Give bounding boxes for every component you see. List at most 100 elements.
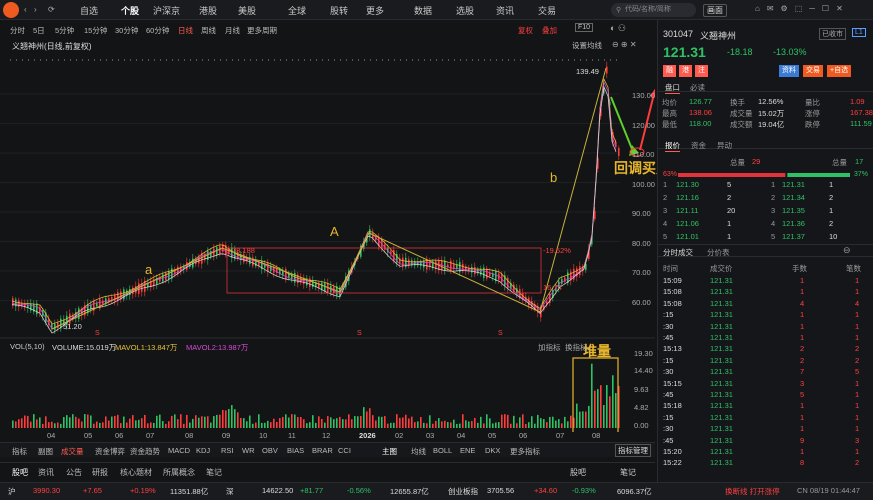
indicator-tab[interactable]: WR — [242, 446, 255, 455]
indicator-manage-button[interactable]: 指标管理 — [615, 444, 651, 457]
add-indicator-button[interactable]: 加指标 — [538, 342, 561, 353]
info-tab[interactable]: 资讯 — [38, 467, 54, 478]
nav-tab[interactable]: 股转 — [330, 4, 348, 17]
indicator-tab[interactable]: BOLL — [433, 446, 452, 455]
stock-action-button[interactable]: 交易 — [803, 65, 823, 77]
indicator-tab[interactable]: 指标 — [12, 446, 27, 457]
indicator-tab[interactable]: BRAR — [312, 446, 333, 455]
fuquan-button[interactable]: 复权 — [518, 25, 533, 36]
period-tab[interactable]: 5日 — [33, 25, 45, 36]
indicator-tab[interactable]: RSI — [221, 446, 234, 455]
tab-price-table[interactable]: 分价表 — [707, 247, 730, 258]
nav-tab[interactable]: 自选 — [80, 4, 98, 17]
nav-tab[interactable]: 全球 — [288, 4, 306, 17]
period-tab[interactable]: 30分钟 — [115, 25, 138, 36]
tab-tick-trades[interactable]: 分时成交 — [663, 247, 693, 258]
period-tab[interactable]: 日线 — [178, 25, 193, 36]
volume-bar — [564, 416, 566, 428]
nav-tab[interactable]: 美股 — [238, 4, 256, 17]
period-tab[interactable]: 60分钟 — [146, 25, 169, 36]
window-control-icons[interactable]: ⌂✉⚙⬚─☐✕ — [755, 4, 850, 13]
nav-tab[interactable]: 沪深京 — [153, 4, 180, 17]
stock-badge: 融 — [663, 65, 676, 77]
period-tab[interactable]: 月线 — [225, 25, 240, 36]
refresh-icon[interactable]: ⟳ — [48, 5, 55, 14]
indicator-tab[interactable]: MACD — [168, 446, 190, 455]
nav-tab[interactable]: 个股 — [121, 4, 139, 17]
back-icon[interactable]: ‹ — [24, 5, 27, 14]
info-tab[interactable]: 核心题材 — [120, 467, 152, 478]
stock-action-button[interactable]: +自选 — [827, 65, 852, 77]
nav-tab[interactable]: 交易 — [538, 4, 556, 17]
ask-price[interactable]: 121.36 — [782, 219, 805, 228]
volume-bar — [387, 423, 389, 428]
order-tab[interactable]: 报价 — [665, 140, 680, 152]
indicator-tab[interactable]: 资金博弈 — [95, 446, 125, 457]
bid-price[interactable]: 121.01 — [676, 232, 699, 241]
indicator-tab[interactable]: ENE — [460, 446, 475, 455]
order-tab[interactable]: 异动 — [717, 140, 732, 151]
info-tab[interactable]: 所属概念 — [163, 467, 195, 478]
period-tab[interactable]: 更多周期 — [247, 25, 277, 36]
screen-button[interactable]: 画面 — [703, 4, 727, 17]
trade-cell: 15:22 — [663, 458, 682, 468]
nav-tab[interactable]: 选股 — [456, 4, 474, 17]
indicator-tab[interactable]: 主图 — [382, 446, 397, 457]
quote-cell: 19.04亿 — [758, 120, 785, 129]
tab-pankou[interactable]: 盘口 — [665, 82, 680, 94]
bid-price[interactable]: 121.30 — [676, 180, 699, 189]
indicator-tab[interactable]: OBV — [262, 446, 278, 455]
indicator-tab[interactable]: 副图 — [38, 446, 53, 457]
guba-right-button[interactable]: 股吧 — [570, 467, 586, 478]
indicator-tab[interactable]: BIAS — [287, 446, 304, 455]
status-alert[interactable]: 换断线 打开涨停 — [725, 486, 780, 497]
kline-chart[interactable] — [0, 52, 655, 432]
indicator-tab[interactable]: 更多指标 — [510, 446, 540, 457]
period-tab[interactable]: 分时 — [10, 25, 25, 36]
collapse-icon[interactable]: ⊖ — [843, 245, 851, 256]
indicator-tab[interactable]: DKX — [485, 446, 500, 455]
info-tab[interactable]: 公告 — [66, 467, 82, 478]
toolbar-icons[interactable]: ◐ ⚇ — [610, 23, 626, 34]
bid-price[interactable]: 121.06 — [676, 219, 699, 228]
nav-tab[interactable]: 港股 — [199, 4, 217, 17]
nav-tab[interactable]: 更多 — [366, 4, 384, 17]
quote-cell: 换手 — [730, 98, 745, 107]
info-tab[interactable]: 研报 — [92, 467, 108, 478]
overlay-button[interactable]: 叠加 — [542, 25, 557, 36]
vol-label: VOL(5,10) — [10, 342, 45, 351]
indicator-tab[interactable]: CCI — [338, 446, 351, 455]
info-tab[interactable]: 股吧 — [12, 467, 28, 478]
volume-bar — [15, 421, 17, 428]
ask-price[interactable]: 121.37 — [782, 232, 805, 241]
ask-price[interactable]: 121.34 — [782, 193, 805, 202]
indicator-tab[interactable]: 资金趋势 — [130, 446, 160, 457]
ask-price[interactable]: 121.31 — [782, 180, 805, 189]
period-tab[interactable]: 15分钟 — [84, 25, 107, 36]
trade-cell: 3 — [855, 435, 860, 445]
nav-tab[interactable]: 资讯 — [496, 4, 514, 17]
chart-control-icons[interactable]: ⊖ ⊕ ✕ — [612, 40, 637, 49]
f10-button[interactable]: F10 — [575, 23, 594, 32]
period-tab[interactable]: 周线 — [201, 25, 216, 36]
indicator-tab[interactable]: 均线 — [411, 446, 426, 457]
indicator-tab[interactable]: 成交量 — [61, 446, 84, 457]
indicator-tab[interactable]: KDJ — [196, 446, 210, 455]
stock-badge: 港 — [679, 65, 692, 77]
bid-price[interactable]: 121.16 — [676, 193, 699, 202]
info-tab[interactable]: 笔记 — [206, 467, 222, 478]
stock-action-button[interactable]: 资料 — [779, 65, 799, 77]
period-tab[interactable]: 5分钟 — [55, 25, 74, 36]
nav-tab[interactable]: 数据 — [414, 4, 432, 17]
bid-price[interactable]: 121.11 — [676, 206, 698, 215]
forward-icon[interactable]: › — [34, 5, 37, 14]
ask-price[interactable]: 121.35 — [782, 206, 805, 215]
volume-bar — [159, 414, 161, 428]
order-tab[interactable]: 资金 — [691, 140, 706, 151]
search-input[interactable]: 代码/名称/简称 — [611, 3, 696, 17]
ma-settings-button[interactable]: 设置均线 — [572, 40, 602, 51]
app-logo-icon[interactable] — [3, 2, 19, 18]
notes-right-button[interactable]: 笔记 — [620, 467, 636, 478]
switch-indicator-button[interactable]: 换指标 — [565, 342, 588, 353]
tab-bidu[interactable]: 必读 — [690, 82, 705, 93]
